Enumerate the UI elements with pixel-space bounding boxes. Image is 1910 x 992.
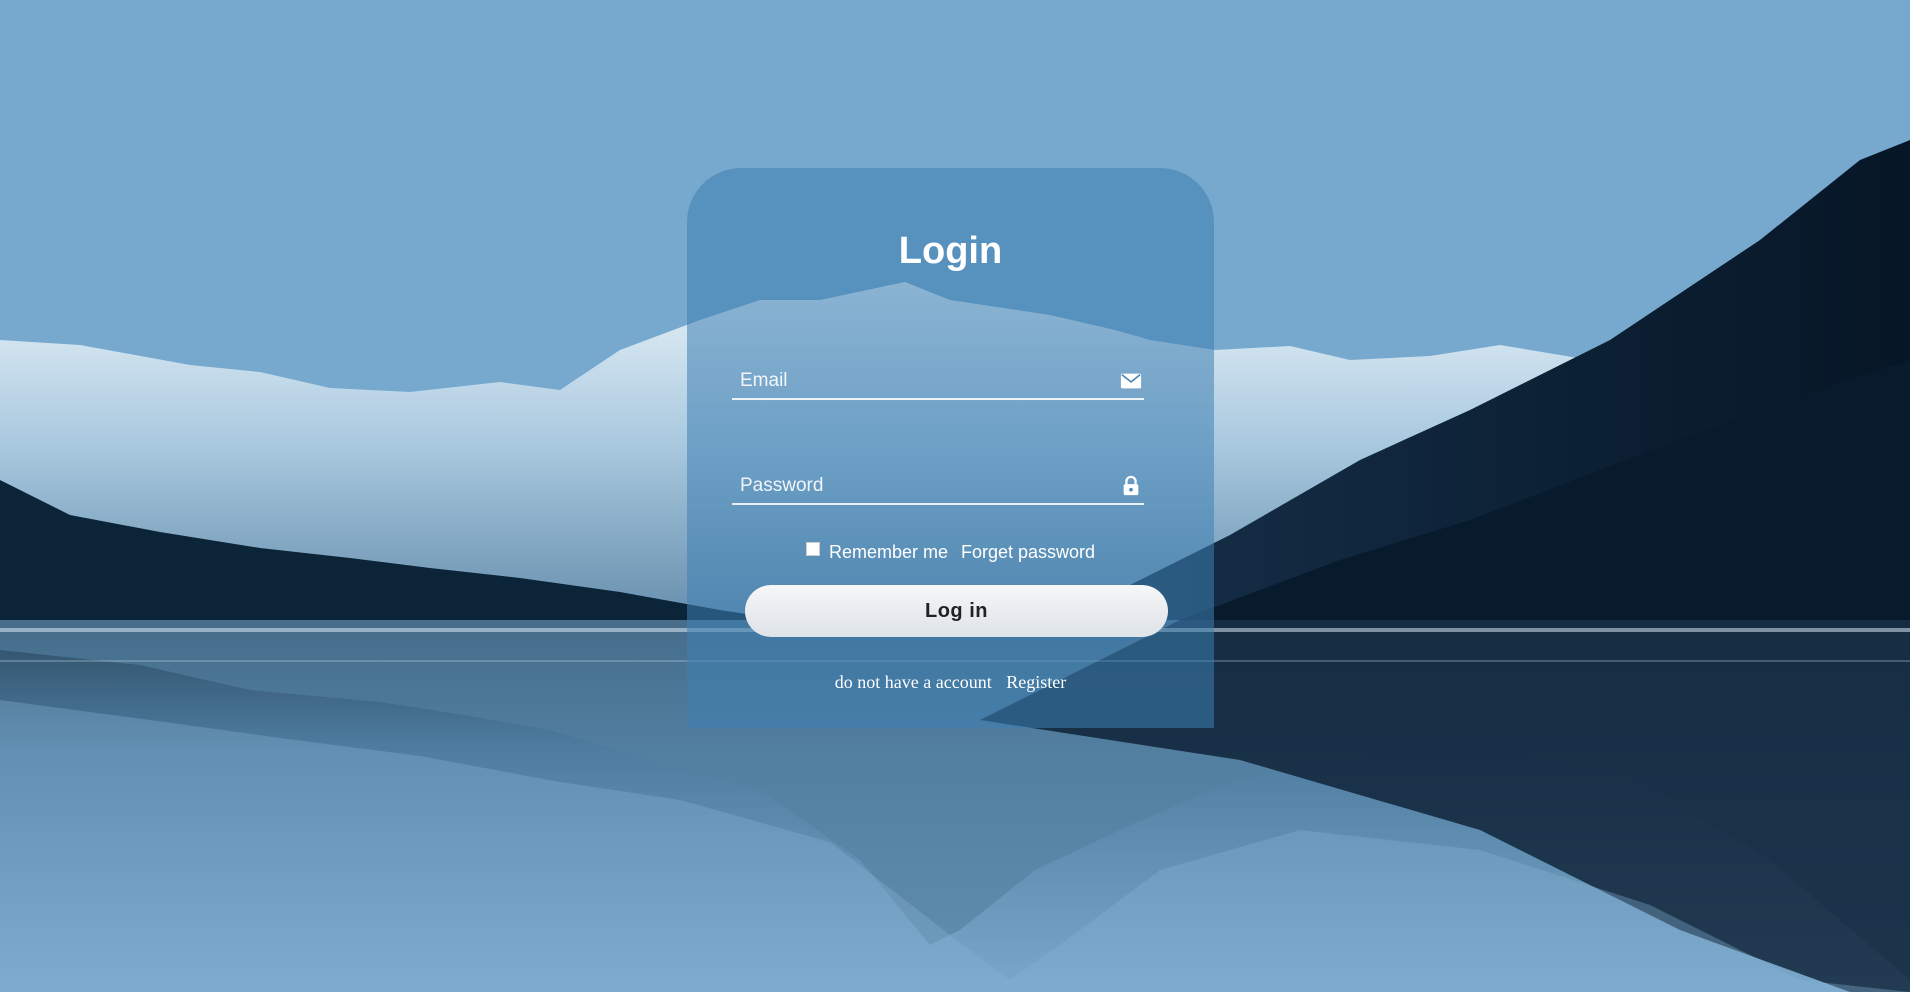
- login-button[interactable]: Log in: [745, 585, 1168, 637]
- forget-password-link[interactable]: Forget password: [961, 542, 1095, 562]
- lock-icon: [1123, 475, 1139, 496]
- password-field: [732, 467, 1144, 505]
- email-field: [732, 362, 1144, 400]
- email-input[interactable]: [738, 362, 1102, 400]
- remember-me-checkbox[interactable]: [805, 542, 820, 556]
- login-page: Login Remember me Forget password Log in…: [0, 0, 1910, 992]
- remember-me-label[interactable]: Remember me: [829, 542, 948, 562]
- register-row: do not have a account Register: [687, 672, 1214, 693]
- register-link[interactable]: Register: [1006, 672, 1066, 692]
- login-options: Remember me Forget password: [687, 542, 1214, 563]
- login-title: Login: [898, 230, 1003, 272]
- password-input[interactable]: [738, 467, 1102, 505]
- envelope-icon: [1120, 373, 1142, 389]
- no-account-text: do not have a account: [834, 672, 992, 692]
- login-card: Login Remember me Forget password Log in…: [687, 168, 1214, 728]
